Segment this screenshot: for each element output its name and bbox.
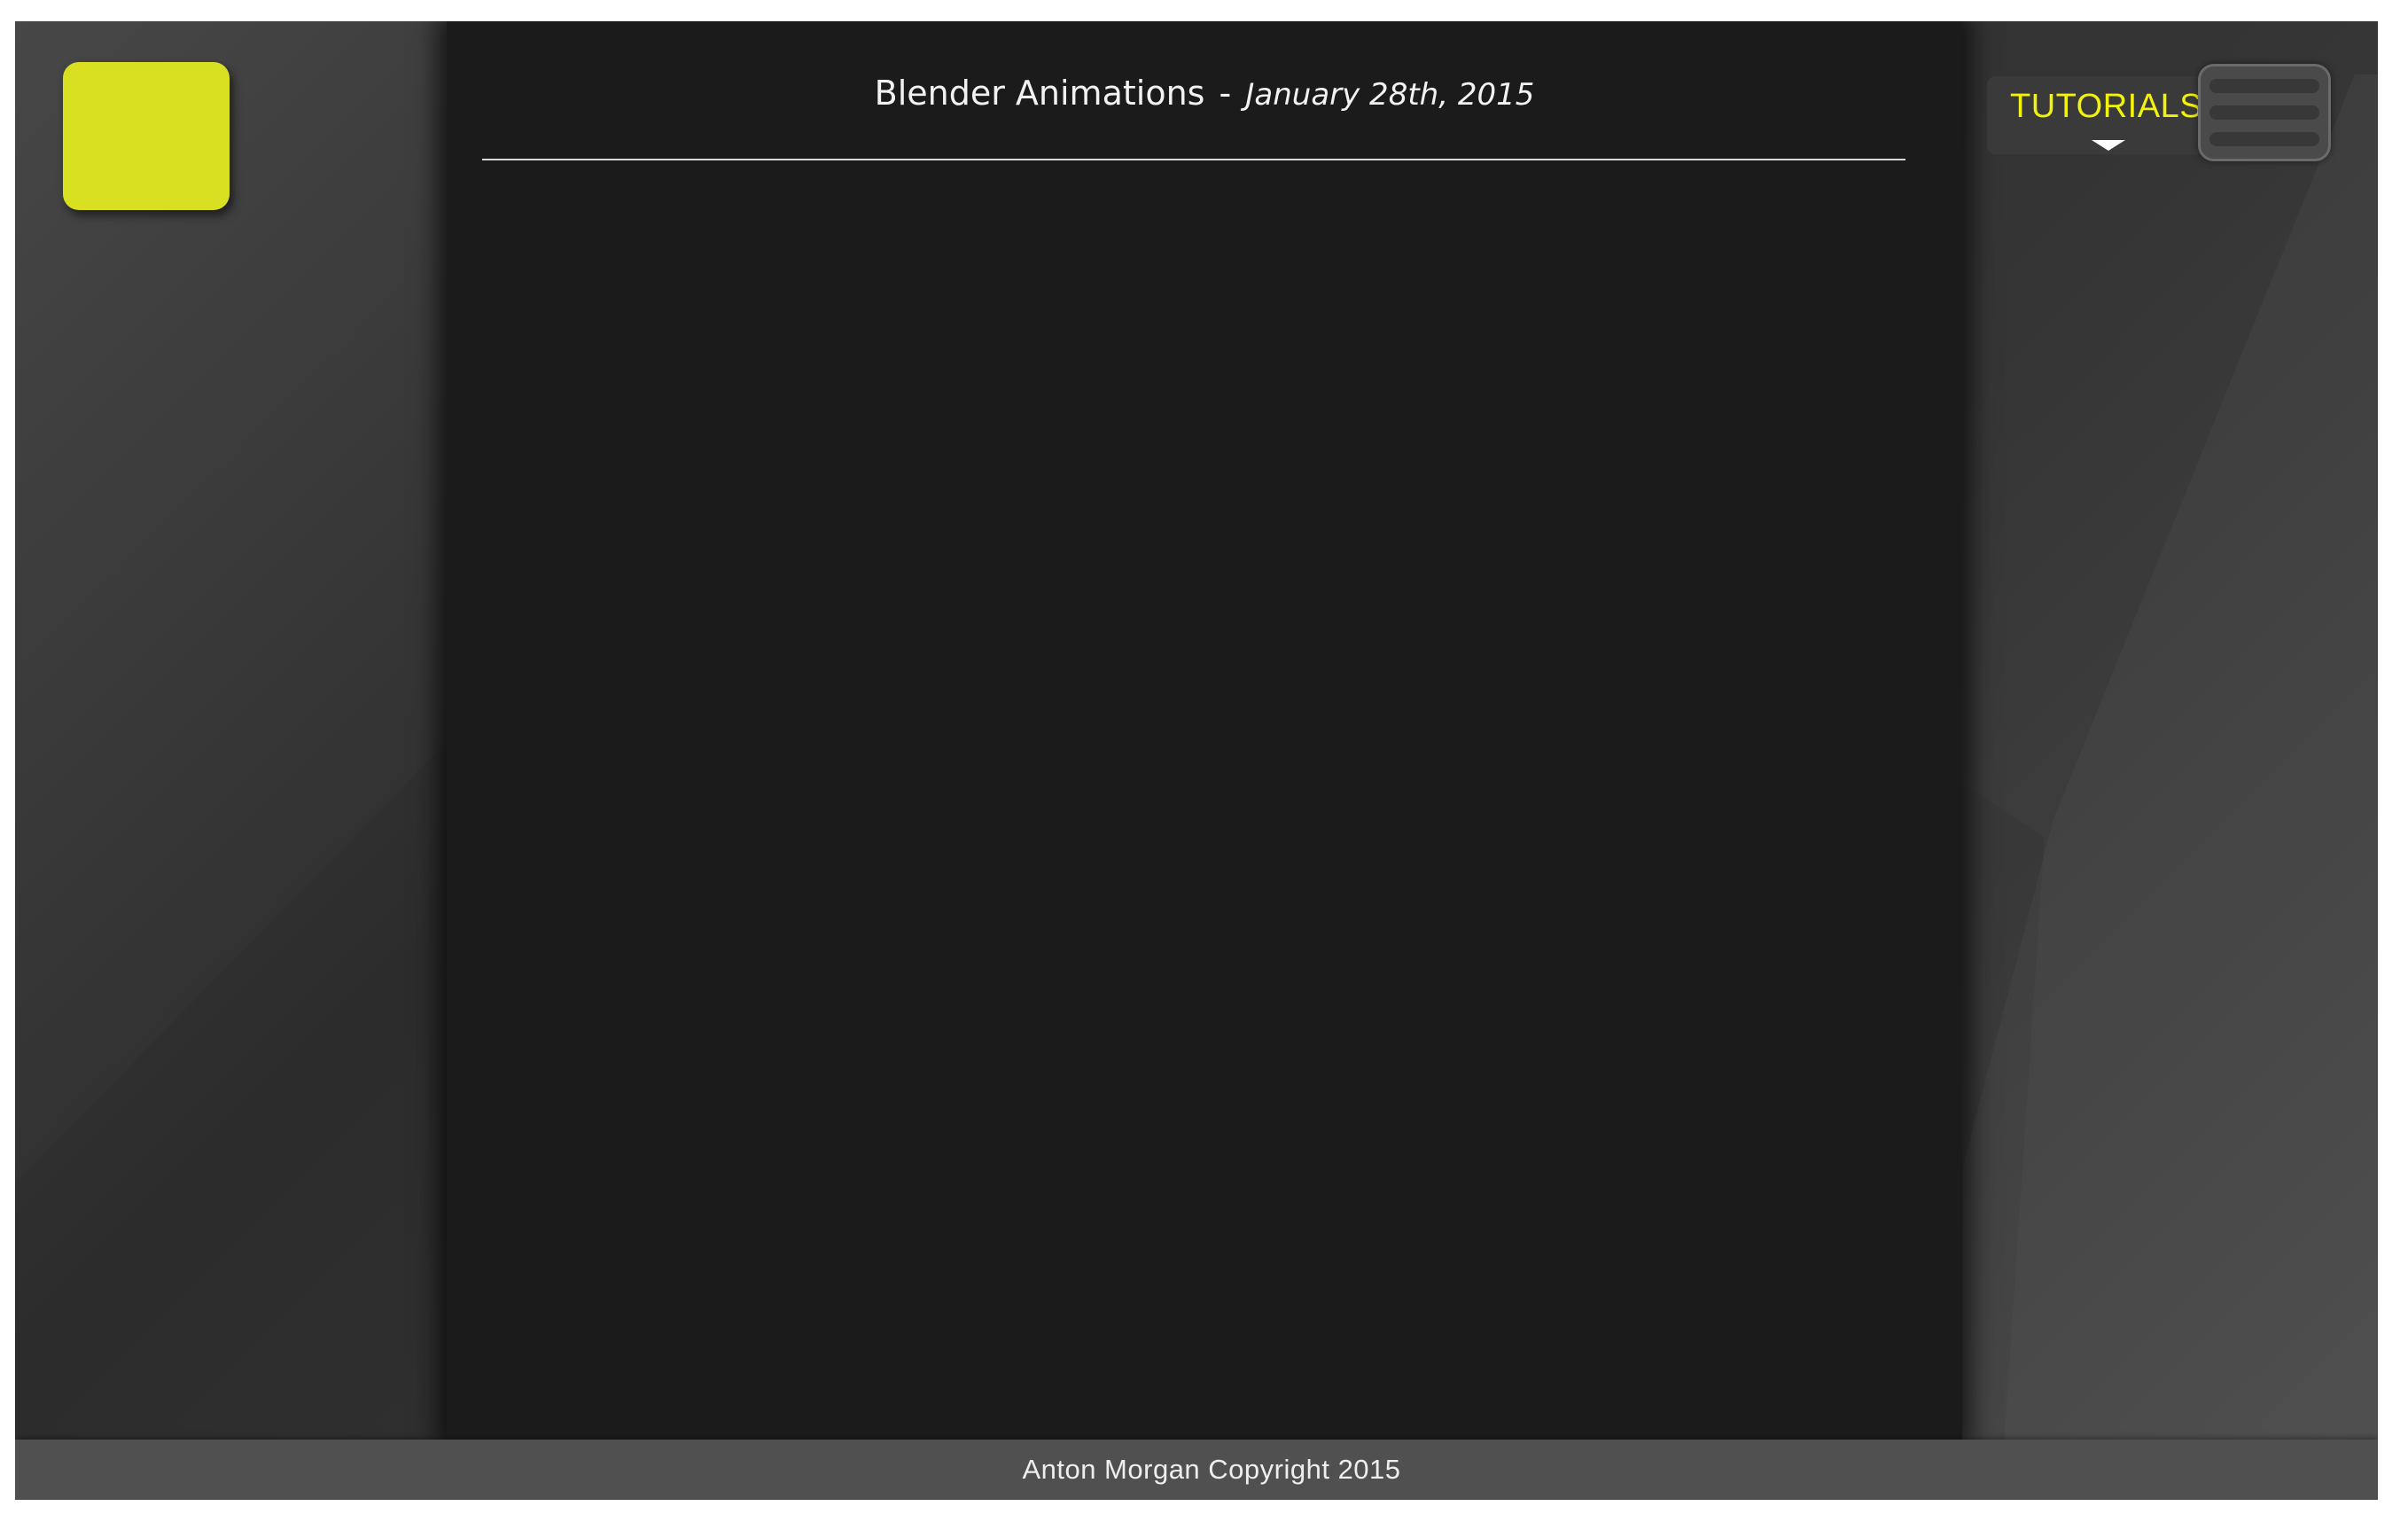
page-viewport: Blender Animations - January 28th, 2015 … <box>15 21 2378 1500</box>
post-title: Blender Animations <box>874 74 1205 113</box>
hamburger-menu-icon <box>2209 79 2319 93</box>
post-header: Blender Animations - January 28th, 2015 <box>447 76 1962 110</box>
caret-down-icon <box>2092 140 2125 151</box>
hamburger-menu-button[interactable] <box>2198 64 2331 161</box>
tutorials-nav-tab[interactable]: TUTORIALS <box>1987 76 2209 154</box>
hamburger-menu-icon <box>2209 132 2319 146</box>
content-panel: Blender Animations - January 28th, 2015 <box>447 21 1962 1440</box>
header-divider <box>482 159 1905 160</box>
title-separator: - <box>1219 74 1232 113</box>
footer: Anton Morgan Copyright 2015 <box>15 1440 2378 1500</box>
post-date: January 28th, 2015 <box>1245 77 1535 113</box>
hamburger-menu-icon <box>2209 105 2319 120</box>
tutorials-nav-label: TUTORIALS <box>2010 88 2203 125</box>
footer-copyright: Anton Morgan Copyright 2015 <box>1022 1454 1401 1485</box>
logo-tile[interactable] <box>63 62 230 210</box>
